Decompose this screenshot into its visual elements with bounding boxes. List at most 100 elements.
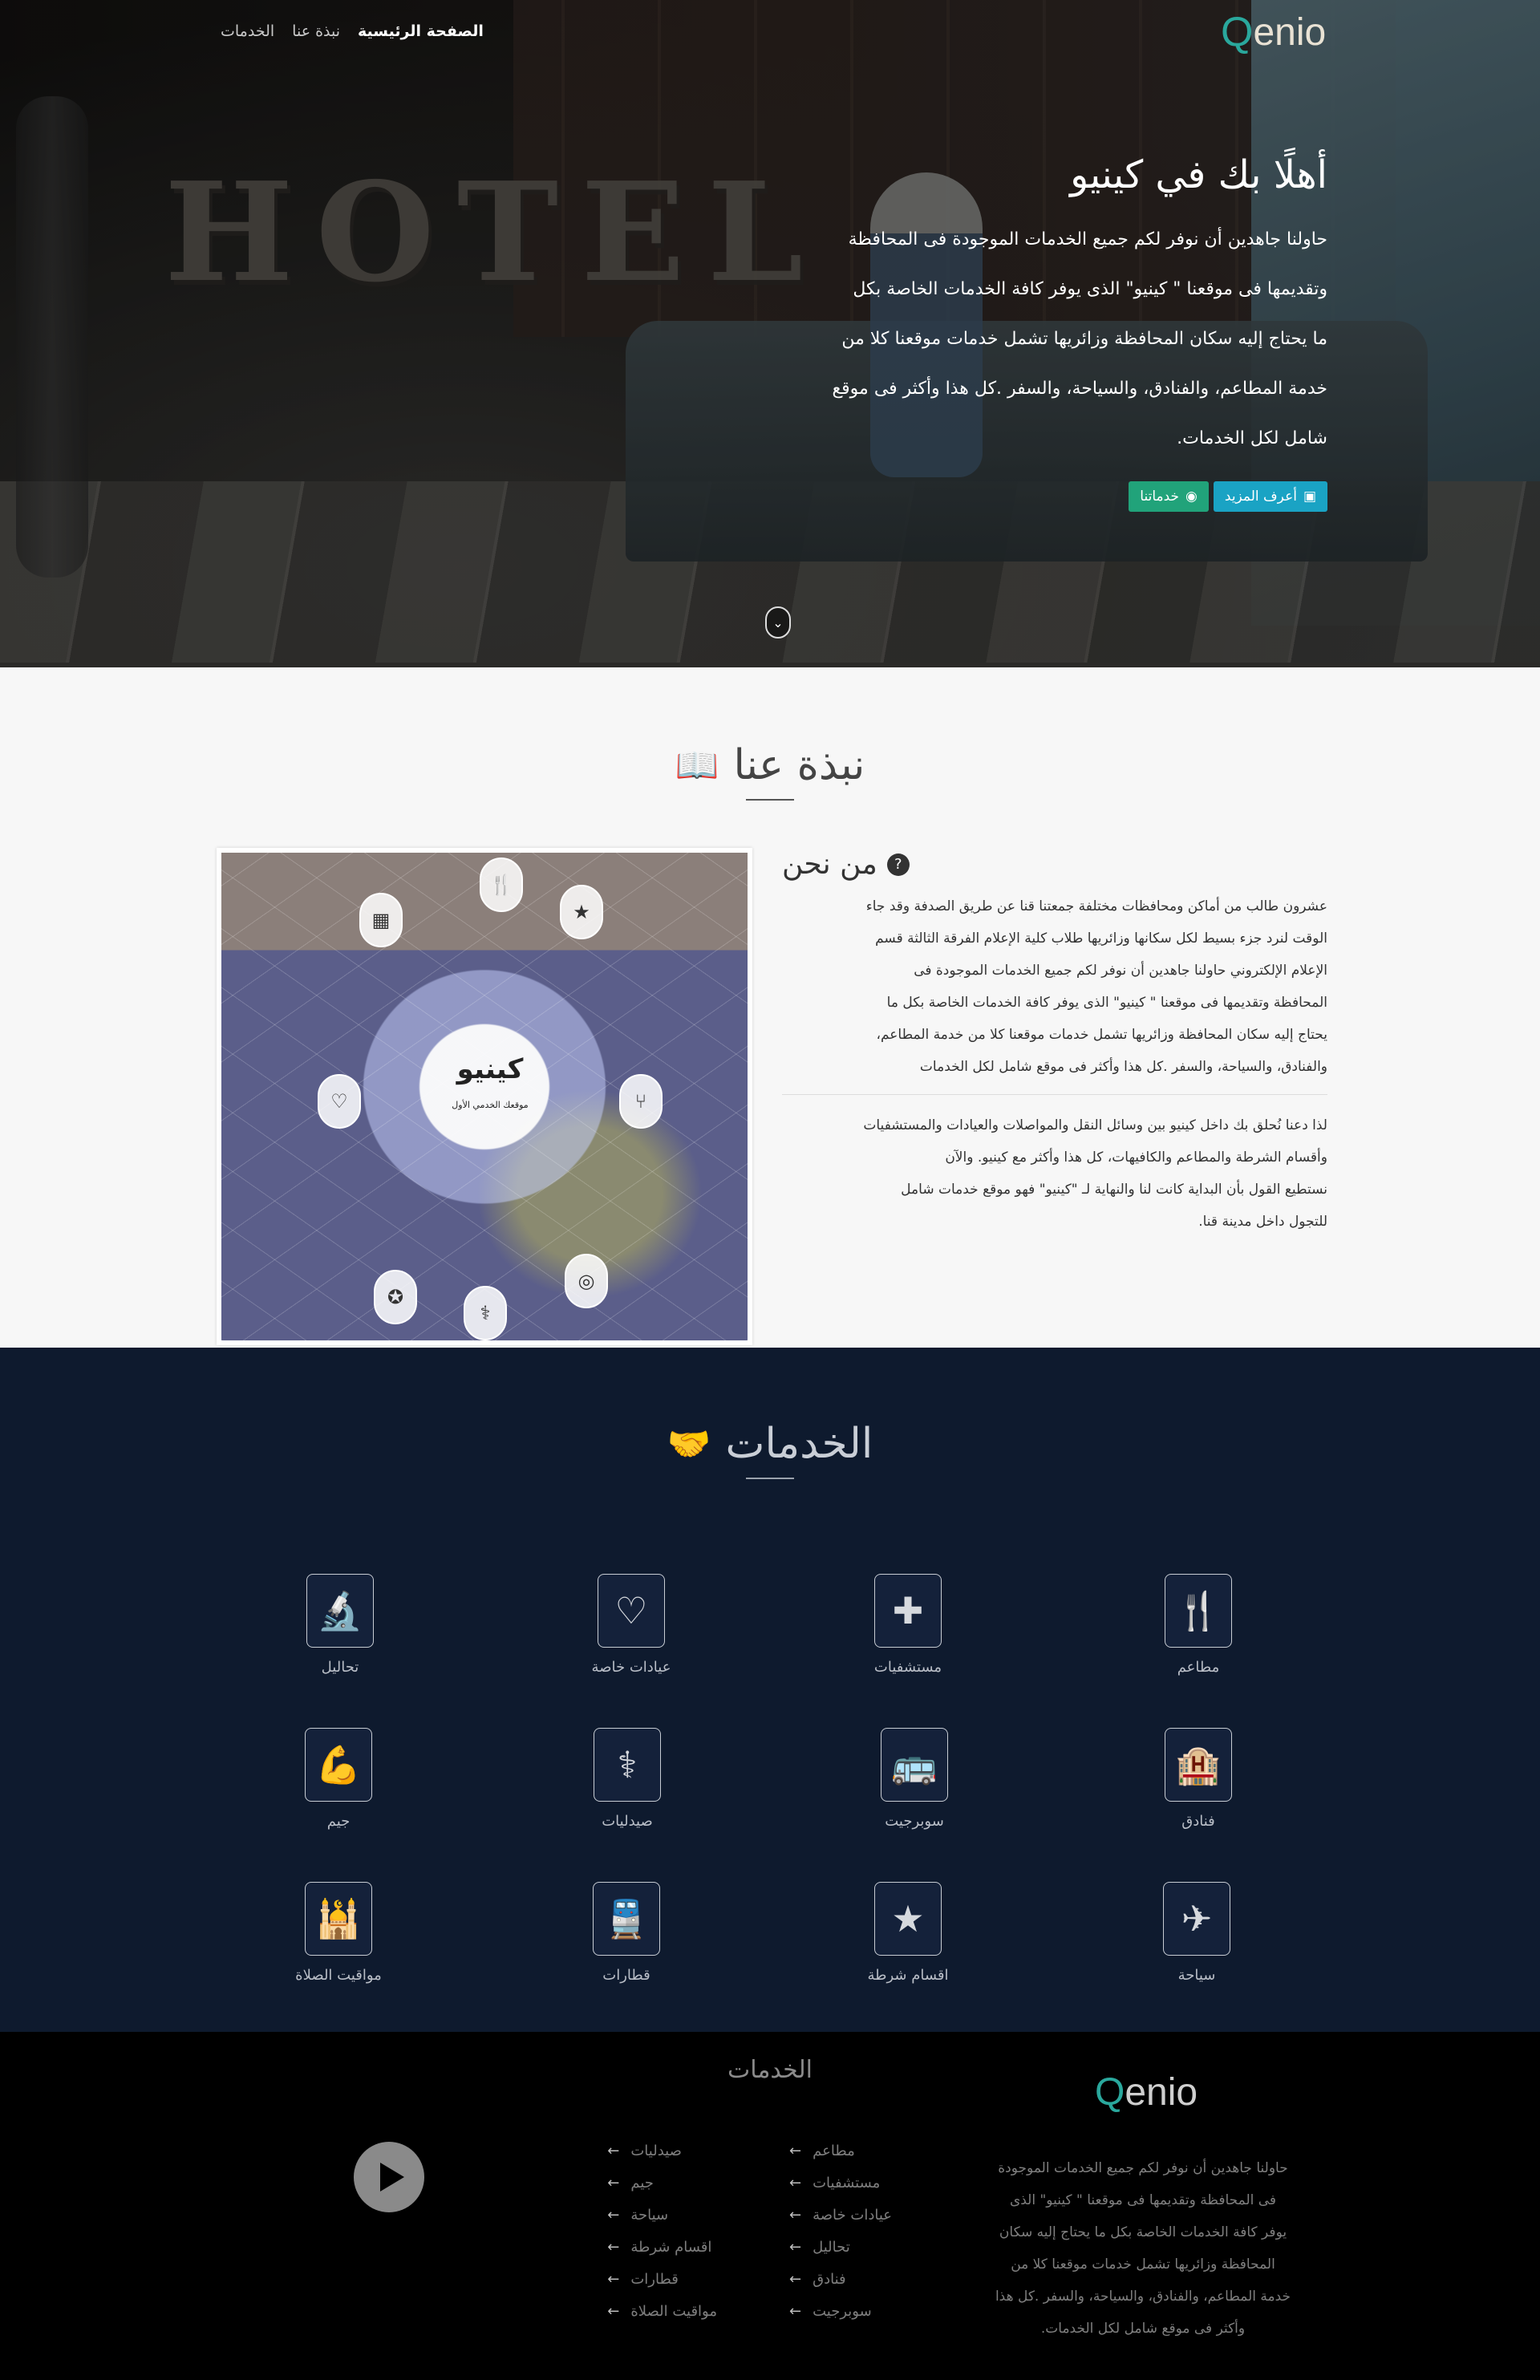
divider (782, 1094, 1327, 1095)
footer-link[interactable]: مطاعم ← (789, 2135, 892, 2167)
service-restaurants[interactable]: 🍴 مطاعم (1118, 1574, 1279, 1676)
footer-links-col1: مطاعم ← مستشفيات ← عيادات خاصة ← تحاليل ← فن… (789, 2135, 892, 2327)
arrow-left-icon: ← (607, 2302, 620, 2320)
scroll-down-icon[interactable]: ⌄ (765, 606, 791, 639)
footer-link[interactable]: فنادق ← (789, 2263, 892, 2295)
hero-line: شامل لكل الخدمات. (1177, 428, 1327, 448)
footer-link[interactable]: مواقيت الصلاة ← (607, 2295, 717, 2327)
footer-title: الخدمات (727, 2056, 813, 2084)
pharmacy-icon: ⚕ (594, 1728, 661, 1802)
about-line: لذا دعنا نُحلق بك داخل كينيو بين وسائل ا… (863, 1117, 1327, 1133)
arrow-left-icon: ← (607, 2142, 620, 2159)
arrow-left-icon: ← (607, 2206, 620, 2224)
footer-logo[interactable]: Qenio (1095, 2070, 1198, 2114)
about-line: نستطيع القول بأن البداية كانت لنا والنها… (901, 1182, 1327, 1198)
service-gym[interactable]: 💪 جيم (258, 1728, 419, 1830)
about-line: للتجول داخل مدينة قنا. (1198, 1214, 1327, 1230)
logo-q-icon: Q (1221, 9, 1254, 55)
about-line: يحتاج إليه سكان المحافظة وزائريها تشمل خ… (876, 1027, 1327, 1043)
first-aid-icon: ✚ (874, 1574, 942, 1648)
footer-link[interactable]: تحاليل ← (789, 2231, 892, 2263)
police-node-icon: ★ (560, 885, 603, 939)
hotel-icon: 🏨 (1165, 1728, 1232, 1802)
footer-links-col2: صيدليات ← جيم ← سياحة ← اقسام شرطة ← قطارات ←… (607, 2135, 717, 2327)
arrow-left-icon: ← (607, 2174, 620, 2191)
about-section-title: نبذة عنا 📖 (0, 741, 1540, 801)
arrow-left-icon: ← (789, 2142, 802, 2159)
about-line: وأقسام الشرطة والمطاعم والكافيهات، كل هذ… (945, 1149, 1327, 1166)
service-labs[interactable]: 🔬 تحاليل (260, 1574, 420, 1676)
food-node-icon: ⑂ (619, 1074, 663, 1129)
footer-link[interactable]: جيم ← (607, 2167, 717, 2199)
service-pharmacies[interactable]: ⚕ صيدليات (547, 1728, 707, 1830)
arrow-left-icon: ← (789, 2206, 802, 2224)
pharmacy-node-icon: ⚕ (464, 1286, 507, 1340)
about-line: عشرون طالب من أماكن ومحافظات مختلفة جمعت… (865, 898, 1327, 914)
hero-line: خدمة المطاعم، والفنادق، والسياحة، والسفر… (832, 379, 1327, 399)
main-nav: الخدمات نبذة عنا الصفحة الرئيسية (221, 22, 484, 40)
fork-knife-icon: 🍴 (1165, 1574, 1232, 1648)
about-line: المحافظة وتقديمها فى موقعنا " كينيو" الذ… (886, 995, 1327, 1011)
learn-more-button[interactable]: ▣ أعرف المزيد (1213, 481, 1327, 512)
travel-icon: ✈ (1163, 1882, 1230, 1956)
train-node-icon: ◎ (565, 1254, 608, 1308)
service-hospitals[interactable]: ✚ مستشفيات (828, 1574, 988, 1676)
footer-link[interactable]: قطارات ← (607, 2263, 717, 2295)
service-trains[interactable]: 🚆 قطارات (546, 1882, 707, 1984)
logo-q-icon: Q (1095, 2071, 1125, 2114)
arrow-left-icon: ← (789, 2238, 802, 2256)
service-tourism[interactable]: ✈ سياحة (1116, 1882, 1277, 1984)
service-police[interactable]: ★ اقسام شرطة (828, 1882, 988, 1984)
about-line: الإعلام الإلكتروني حاولنا جاهدين أن نوفر… (914, 963, 1327, 979)
hero-line: حاولنا جاهدين أن نوفر لكم جميع الخدمات ا… (848, 229, 1327, 249)
mosque-icon: 🕌 (305, 1882, 372, 1956)
open-book-icon: 📖 (675, 745, 719, 786)
muscle-icon: 💪 (305, 1728, 372, 1802)
arrow-left-icon: ← (789, 2270, 802, 2288)
info-icon: ▣ (1303, 489, 1316, 505)
hotel-node-icon: ▦ (359, 893, 403, 947)
nav-link-about[interactable]: نبذة عنا (292, 22, 340, 40)
gym-node-icon: ✪ (374, 1270, 417, 1324)
arrow-left-icon: ← (607, 2238, 620, 2256)
arrow-left-icon: ← (789, 2174, 802, 2191)
hero-content: أهلًا بك في كينيو حاولنا جاهدين أن نوفر … (750, 152, 1327, 464)
hero-line: وتقديمها فى موقعنا " كينيو" الذى يوفر كا… (853, 279, 1327, 299)
restaurant-node-icon: 🍴 (480, 858, 523, 912)
about-line: الوقت لنرد جزء بسيط لكل سكانها وزائريها … (875, 931, 1327, 947)
stethoscope-icon: ♡ (598, 1574, 665, 1648)
arrow-left-icon: ← (607, 2270, 620, 2288)
nav-link-home[interactable]: الصفحة الرئيسية (358, 22, 484, 40)
train-icon: 🚆 (593, 1882, 660, 1956)
hero-section: HOTEL الخدمات نبذة عنا الصفحة الرئيسية Q… (0, 0, 1540, 667)
hero-buttons: ▣ أعرف المزيد ◉ خدماتنا (1129, 481, 1327, 512)
eye-icon: ◉ (1185, 489, 1198, 505)
microscope-icon: 🔬 (306, 1574, 374, 1648)
site-logo[interactable]: Qenio (1221, 8, 1326, 56)
play-video-icon[interactable] (354, 2142, 424, 2212)
handshake-icon: 🤝 (667, 1424, 711, 1465)
nav-link-services[interactable]: الخدمات (221, 22, 274, 40)
service-prayer-times[interactable]: 🕌 مواقيت الصلاة (258, 1882, 419, 1984)
services-section-title: الخدمات 🤝 (0, 1420, 1540, 1479)
service-superjet[interactable]: 🚌 سوبرجيت (834, 1728, 995, 1830)
footer-description: حاولنا جاهدين أن نوفر لكم جميع الخدمات ا… (995, 2160, 1291, 2337)
footer-link[interactable]: عيادات خاصة ← (789, 2199, 892, 2231)
footer-link[interactable]: سوبرجيت ← (789, 2295, 892, 2327)
footer-link[interactable]: صيدليات ← (607, 2135, 717, 2167)
footer-link[interactable]: سياحة ← (607, 2199, 717, 2231)
hero-title: أهلًا بك في كينيو (1070, 152, 1327, 197)
footer-link[interactable]: اقسام شرطة ← (607, 2231, 717, 2263)
service-clinics[interactable]: ♡ عيادات خاصة (551, 1574, 711, 1676)
footer: الخدمات Qenio حاولنا جاهدين أن نوفر لكم … (0, 2032, 1540, 2380)
footer-link[interactable]: مستشفيات ← (789, 2167, 892, 2199)
service-hotels[interactable]: 🏨 فنادق (1118, 1728, 1279, 1830)
who-we-are-title: ? من نحن (782, 848, 1327, 881)
services-section: الخدمات 🤝 🍴 مطاعم ✚ مستشفيات ♡ عيادات خا… (0, 1348, 1540, 2032)
about-line: والفنادق، والسياحة، والسفر .كل هذا وأكثر… (919, 1059, 1327, 1075)
our-services-button[interactable]: ◉ خدماتنا (1129, 481, 1209, 512)
police-badge-icon: ★ (874, 1882, 942, 1956)
bus-icon: 🚌 (881, 1728, 948, 1802)
arrow-left-icon: ← (789, 2302, 802, 2320)
question-icon: ? (886, 853, 910, 876)
